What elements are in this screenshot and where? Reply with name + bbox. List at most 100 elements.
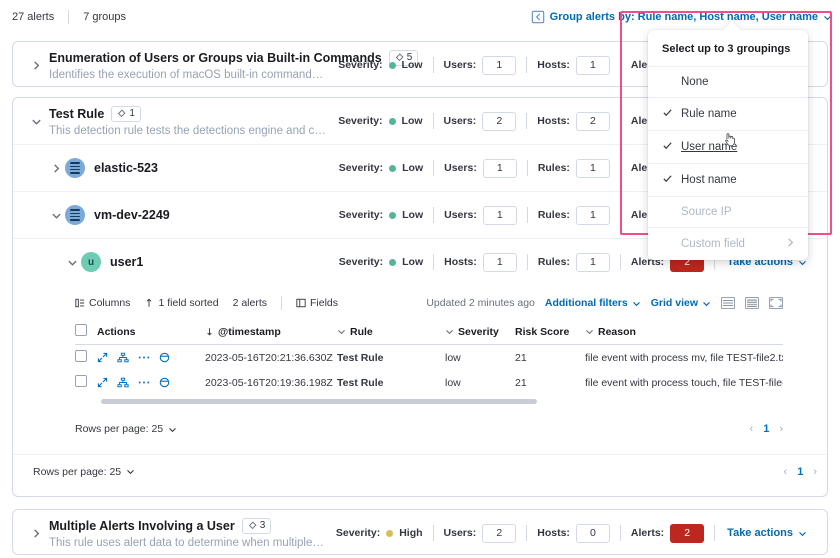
expand-chevron-right-icon[interactable] — [47, 163, 65, 174]
take-actions-label: Take actions — [727, 527, 793, 539]
hosts-value: 1 — [482, 252, 517, 272]
horizontal-scrollbar[interactable] — [101, 399, 538, 404]
users-value: 1 — [482, 55, 517, 75]
severity-label: Severity: — [335, 527, 381, 539]
additional-filters-button[interactable]: Additional filters — [545, 297, 641, 309]
fullscreen-icon[interactable] — [769, 297, 783, 309]
more-actions-icon[interactable] — [138, 377, 150, 388]
fields-button[interactable]: Fields — [296, 297, 338, 309]
next-page-button[interactable]: › — [779, 423, 783, 435]
row-rule-link[interactable]: Test Rule — [337, 345, 445, 371]
row-timestamp: 2023-05-16T20:21:36.630Z — [205, 351, 333, 364]
rows-per-page-outer[interactable]: Rows per page: 25 — [33, 466, 135, 478]
pagination-controls-outer: ‹ 1 › — [784, 466, 817, 478]
popover-item-source-ip: Source IP — [648, 196, 808, 227]
row-severity: low — [445, 351, 461, 364]
next-page-button[interactable]: › — [813, 466, 817, 478]
popover-item-label: Custom field — [681, 238, 745, 250]
page-number[interactable]: 1 — [763, 423, 769, 435]
collapse-all-icon[interactable] — [531, 10, 545, 24]
chevron-down-icon — [446, 329, 453, 335]
hosts-label: Hosts: — [537, 527, 570, 539]
collapse-chevron-down-icon[interactable] — [63, 257, 81, 268]
host-icon — [65, 158, 85, 178]
col-severity-label: Severity — [458, 325, 499, 338]
row-timestamp: 2023-05-16T20:19:36.198Z — [205, 376, 333, 389]
page-number[interactable]: 1 — [797, 466, 803, 478]
group-alerts-by-button[interactable]: Group alerts by: Rule name, Host name, U… — [550, 11, 832, 23]
metric-severity: Severity: High — [326, 527, 433, 539]
collapse-chevron-down-icon[interactable] — [47, 210, 65, 221]
analyzer-icon[interactable] — [117, 377, 129, 388]
expand-rows-icon[interactable] — [721, 297, 735, 309]
table-row[interactable]: 2023-05-16T20:21:36.630Z Test Rule low 2… — [75, 345, 783, 371]
session-view-icon[interactable] — [159, 352, 170, 363]
severity-value: Low — [402, 162, 424, 174]
density-icon[interactable] — [745, 297, 759, 309]
group-header[interactable]: Multiple Alerts Involving a User 3 This … — [13, 510, 827, 556]
group-badge: 3 — [241, 517, 272, 534]
columns-button[interactable]: Columns — [75, 297, 130, 309]
group-by-control[interactable]: Group alerts by: Rule name, Host name, U… — [531, 10, 832, 24]
popover-item-none[interactable]: None — [648, 66, 808, 97]
expand-chevron-right-icon[interactable] — [27, 528, 45, 539]
rows-per-page-inner[interactable]: Rows per page: 25 — [75, 423, 177, 435]
select-all-header — [75, 320, 97, 345]
col-timestamp[interactable]: @timestamp — [205, 320, 337, 345]
group-by-label: Group alerts by: Rule name, Host name, U… — [549, 11, 818, 23]
popover-item-rule-name[interactable]: Rule name — [648, 97, 808, 130]
severity-dot-icon — [386, 529, 394, 537]
row-checkbox[interactable] — [75, 350, 87, 362]
group-badge: 1 — [111, 105, 141, 122]
table-row[interactable]: 2023-05-16T20:19:36.198Z Test Rule low 2… — [75, 370, 783, 395]
analyzer-icon[interactable] — [117, 352, 129, 363]
sort-button[interactable]: 1 field sorted — [144, 297, 219, 309]
severity-label: Severity: — [338, 162, 384, 174]
take-actions-button[interactable]: Take actions — [715, 527, 817, 539]
chevron-down-icon — [703, 301, 710, 306]
session-view-icon[interactable] — [159, 377, 170, 388]
prev-page-button[interactable]: ‹ — [750, 423, 754, 435]
hosts-value: 2 — [575, 111, 610, 131]
metric-severity: Severity: Low — [329, 162, 433, 174]
metric-users: Users: 1 — [434, 55, 527, 75]
grid-view-button[interactable]: Grid view — [651, 297, 711, 309]
row-rule-link[interactable]: Test Rule — [337, 370, 445, 395]
group-badge-count: 3 — [259, 520, 266, 531]
prev-page-button[interactable]: ‹ — [784, 466, 788, 478]
expand-chevron-right-icon[interactable] — [27, 60, 45, 71]
check-icon — [662, 107, 673, 121]
users-value: 1 — [482, 205, 517, 225]
expand-icon[interactable] — [97, 377, 108, 388]
severity-value: Low — [402, 256, 424, 268]
rules-label: Rules: — [537, 162, 570, 174]
col-severity[interactable]: Severity — [445, 320, 515, 345]
row-checkbox[interactable] — [75, 375, 87, 387]
alerts-count-label: 2 alerts — [233, 297, 267, 309]
rules-label: Rules: — [537, 256, 570, 268]
popover-item-host-name[interactable]: Host name — [648, 163, 808, 196]
hosts-label: Hosts: — [537, 59, 570, 71]
severity-value: Low — [402, 209, 424, 221]
group-title: Multiple Alerts Involving a User — [49, 518, 235, 533]
row-risk-score: 21 — [515, 376, 527, 389]
group-title-block: Enumeration of Users or Groups via Built… — [45, 49, 419, 81]
metric-users: Users: 1 — [434, 205, 527, 225]
col-risk-score[interactable]: Risk Score — [515, 320, 585, 345]
group-card-multiple-alerts: Multiple Alerts Involving a User 3 This … — [12, 509, 828, 555]
users-value: 2 — [482, 523, 517, 543]
severity-dot-icon — [389, 164, 397, 172]
col-actions: Actions — [97, 320, 205, 345]
host-name: elastic-523 — [94, 161, 158, 175]
toolbar-divider — [281, 296, 282, 310]
users-label: Users: — [443, 59, 477, 71]
more-actions-icon[interactable] — [138, 352, 150, 363]
col-rule[interactable]: Rule — [337, 320, 445, 345]
expand-icon[interactable] — [97, 352, 108, 363]
popover-item-label: Host name — [681, 174, 737, 186]
collapse-chevron-down-icon[interactable] — [27, 116, 45, 127]
select-all-checkbox[interactable] — [75, 324, 87, 336]
sort-icon — [147, 298, 152, 307]
hosts-label: Hosts: — [444, 256, 477, 268]
col-reason[interactable]: Reason — [585, 320, 783, 345]
